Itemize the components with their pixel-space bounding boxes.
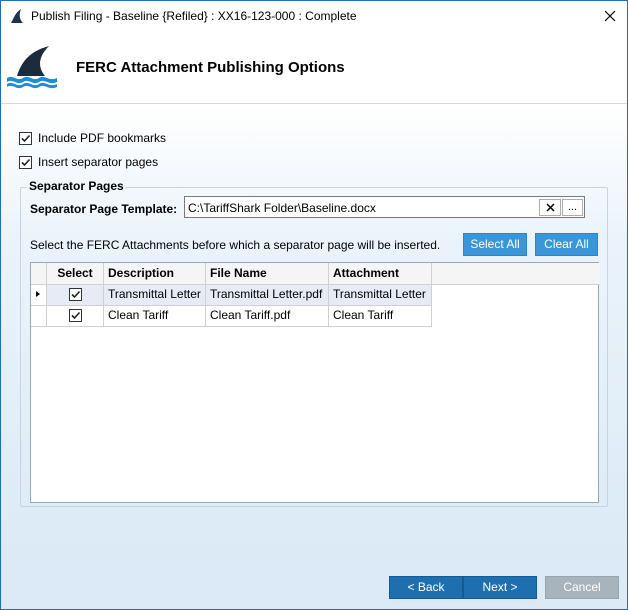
title-bar: Publish Filing - Baseline {Refiled} : XX… — [1, 1, 627, 32]
row-select-checkbox[interactable] — [68, 309, 82, 322]
check-icon — [21, 158, 31, 166]
row-selector[interactable] — [31, 306, 47, 327]
close-icon — [604, 10, 616, 22]
check-icon — [70, 290, 80, 299]
file-name-cell[interactable]: Clean Tariff.pdf — [206, 306, 329, 327]
include-bookmarks-option[interactable]: Include PDF bookmarks — [19, 131, 166, 145]
column-header-description[interactable]: Description — [104, 263, 206, 285]
file-name-cell[interactable]: Transmittal Letter.pdf — [206, 285, 329, 306]
dialog-heading: FERC Attachment Publishing Options — [76, 59, 345, 76]
options-panel: Include PDF bookmarks Insert separator p… — [1, 105, 627, 565]
clear-template-button[interactable] — [539, 199, 561, 216]
column-header-select[interactable]: Select — [47, 263, 104, 285]
row-select-cell[interactable] — [47, 306, 104, 327]
insert-separators-option[interactable]: Insert separator pages — [19, 155, 158, 169]
cancel-button[interactable]: Cancel — [545, 576, 619, 599]
include-bookmarks-checkbox[interactable] — [19, 131, 32, 145]
row-selector[interactable] — [31, 285, 47, 306]
clear-icon — [545, 203, 555, 212]
publish-filing-window: Publish Filing - Baseline {Refiled} : XX… — [0, 0, 628, 610]
insert-separators-label: Insert separator pages — [38, 155, 159, 169]
description-cell[interactable]: Transmittal Letter — [104, 285, 206, 306]
include-bookmarks-label: Include PDF bookmarks — [38, 131, 167, 145]
current-row-arrow-icon — [36, 291, 40, 297]
check-icon — [70, 311, 80, 320]
clear-all-button[interactable]: Clear All — [535, 233, 598, 256]
row-select-cell[interactable] — [47, 285, 104, 306]
template-label: Separator Page Template: — [30, 202, 178, 216]
check-icon — [21, 134, 31, 142]
table-row[interactable]: Clean Tariff Clean Tariff.pdf Clean Tari… — [31, 306, 432, 327]
header-filler — [432, 263, 600, 285]
template-path-value: C:\TariffShark Folder\Baseline.docx — [188, 201, 376, 215]
separator-hint: Select the FERC Attachments before which… — [30, 238, 441, 252]
attachment-cell[interactable]: Clean Tariff — [329, 306, 432, 327]
shark-fin-logo — [7, 46, 57, 89]
table-row[interactable]: Transmittal Letter Transmittal Letter.pd… — [31, 285, 432, 306]
shark-fin-icon — [11, 9, 23, 23]
browse-template-button[interactable]: ... — [562, 199, 583, 216]
next-button[interactable]: Next > — [463, 576, 537, 599]
description-cell[interactable]: Clean Tariff — [104, 306, 206, 327]
insert-separators-checkbox[interactable] — [19, 155, 32, 169]
attachment-cell[interactable]: Transmittal Letter — [329, 285, 432, 306]
column-header-attachment[interactable]: Attachment — [329, 263, 432, 285]
back-button[interactable]: < Back — [389, 576, 463, 599]
dialog-header: FERC Attachment Publishing Options — [1, 32, 627, 104]
window-title: Publish Filing - Baseline {Refiled} : XX… — [31, 9, 357, 23]
separator-pages-legend: Separator Pages — [27, 179, 126, 193]
dialog-footer: < Back Next > Cancel — [1, 565, 627, 609]
close-button[interactable] — [593, 1, 627, 31]
attachments-grid: Select Description File Name Attachment … — [30, 262, 600, 503]
template-path-field[interactable]: C:\TariffShark Folder\Baseline.docx ... — [184, 196, 585, 218]
row-header-corner — [31, 263, 47, 285]
select-all-button[interactable]: Select All — [463, 233, 527, 256]
column-header-file-name[interactable]: File Name — [206, 263, 329, 285]
grid-header: Select Description File Name Attachment — [31, 263, 600, 285]
row-select-checkbox[interactable] — [68, 288, 82, 301]
